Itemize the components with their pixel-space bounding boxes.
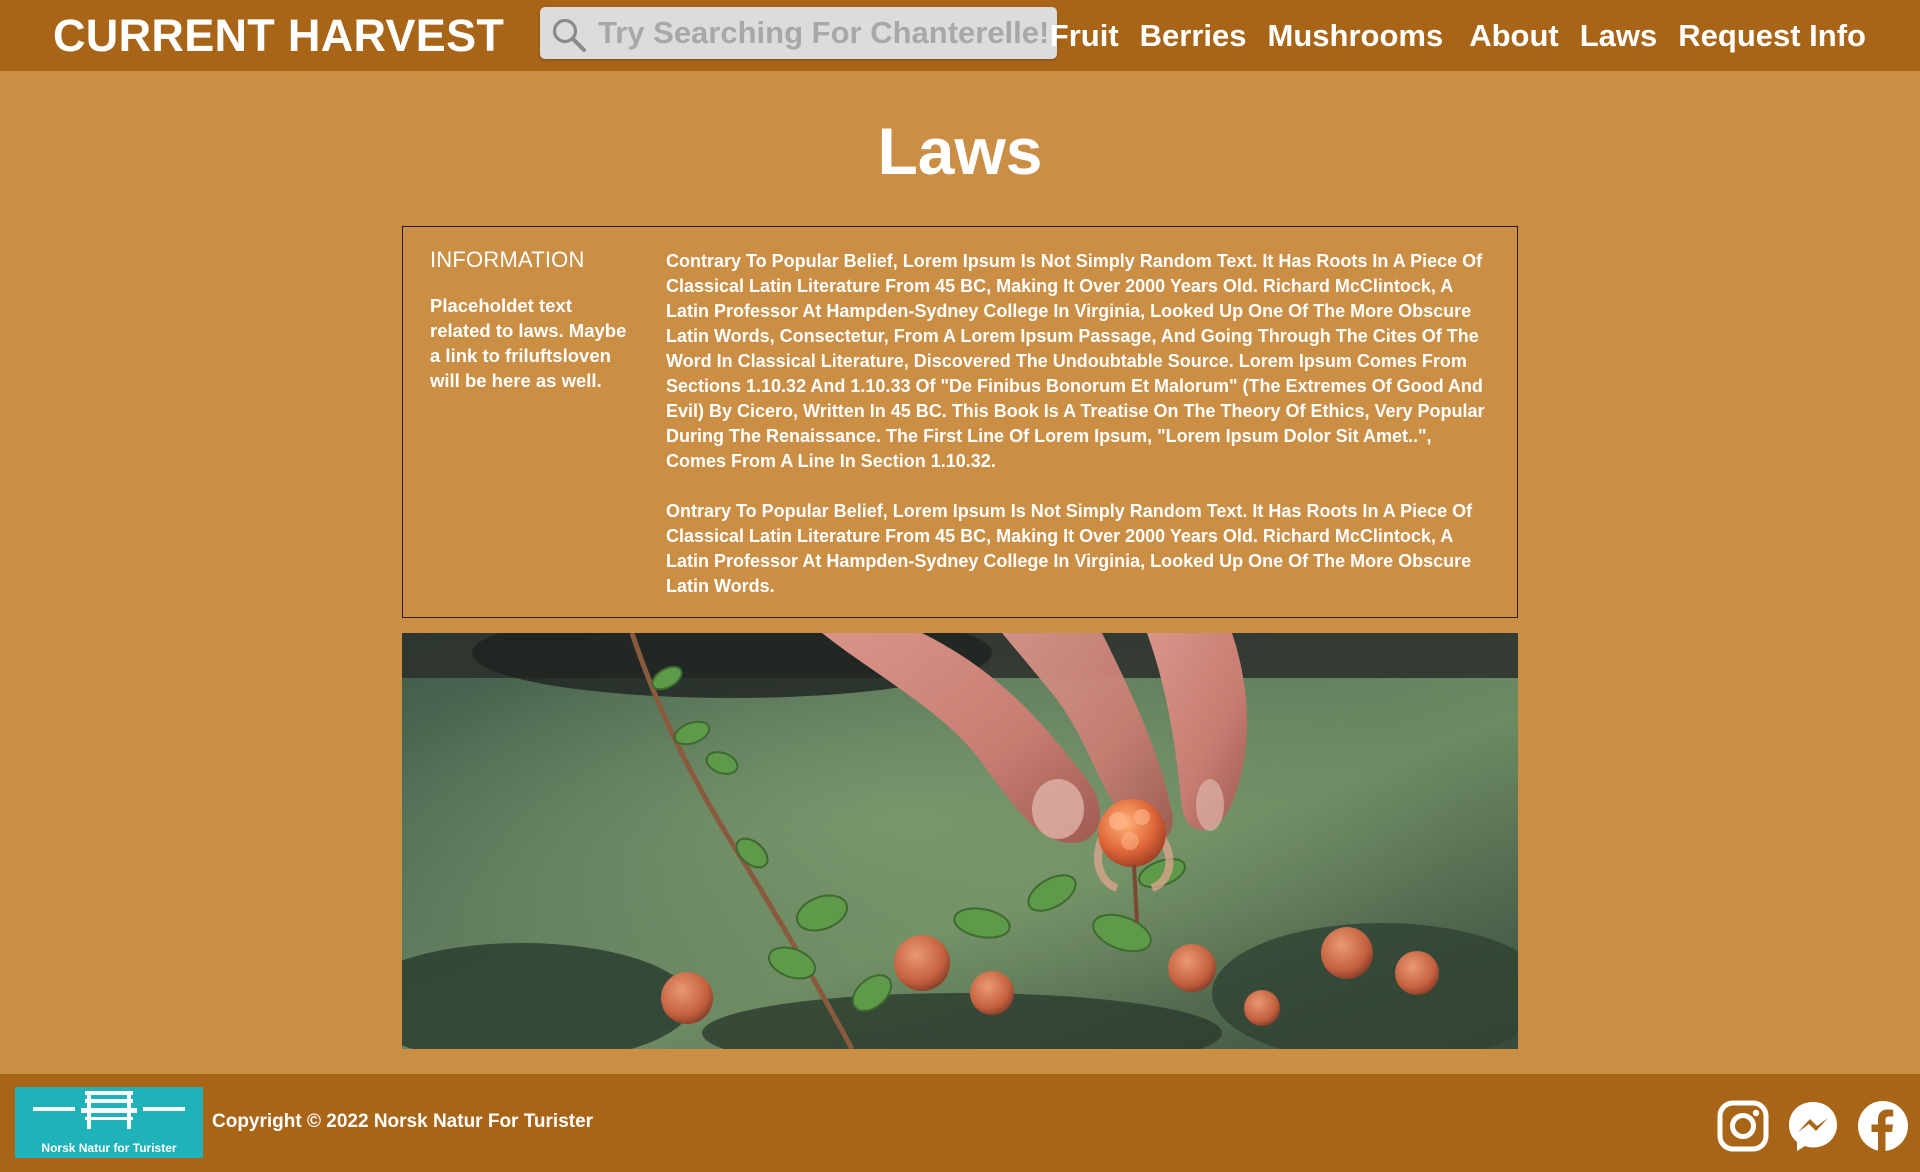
site-footer: Norsk Natur for Turister Copyright © 202… [0,1074,1920,1172]
nav-request-info[interactable]: Request Info [1678,14,1866,58]
site-brand[interactable]: CURRENT HARVEST [53,10,504,62]
instagram-icon[interactable] [1716,1099,1770,1153]
footer-logo-text: Norsk Natur for Turister [41,1141,177,1155]
nav-about[interactable]: About [1469,14,1559,58]
nav-fruit[interactable]: Fruit [1050,14,1119,58]
main-nav: Fruit Berries Mushrooms About Laws Reque… [1050,14,1866,58]
info-side-text: Placeholdet text related to laws. Maybe … [430,295,627,391]
cloudberry-photo [402,633,1518,1049]
search-input[interactable] [598,7,1048,59]
site-header: CURRENT HARVEST Fruit Berries Mushrooms … [0,0,1920,71]
copyright-text: Copyright © 2022 Norsk Natur For Turiste… [212,1111,594,1132]
info-sidebar: INFORMATION Placeholdet text related to … [430,245,630,393]
footer-logo[interactable]: Norsk Natur for Turister [15,1087,203,1158]
info-paragraph-2: Ontrary To Popular Belief, Lorem Ipsum I… [666,501,1473,596]
page-title: Laws [877,114,1043,188]
social-links [1700,1099,1910,1153]
bench-logo-icon [33,1091,185,1129]
nav-berries[interactable]: Berries [1140,14,1247,58]
info-body: Contrary To Popular Belief, Lorem Ipsum … [666,249,1496,624]
info-paragraph-1: Contrary To Popular Belief, Lorem Ipsum … [666,251,1485,471]
search-icon [552,18,586,52]
search-bar[interactable] [540,7,1057,59]
facebook-icon[interactable] [1856,1099,1910,1153]
messenger-icon[interactable] [1786,1099,1840,1153]
info-heading: INFORMATION [430,247,585,272]
info-box: INFORMATION Placeholdet text related to … [402,226,1518,618]
nav-laws[interactable]: Laws [1580,14,1658,58]
nav-mushrooms[interactable]: Mushrooms [1268,14,1444,58]
